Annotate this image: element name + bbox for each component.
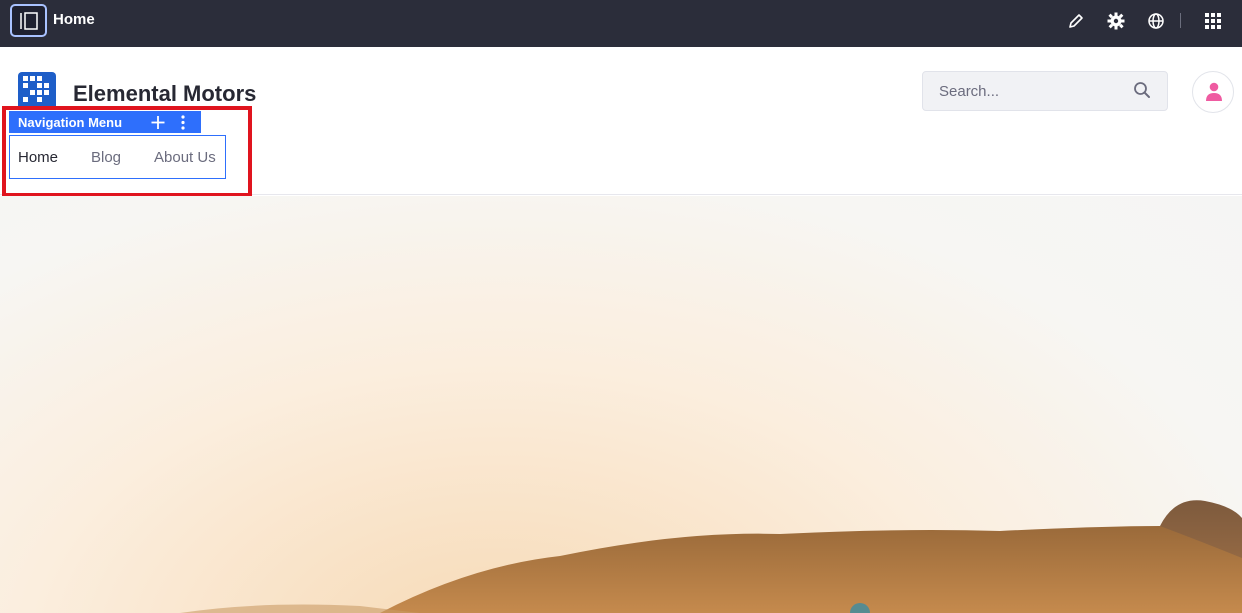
fragment-topper[interactable]: Navigation Menu bbox=[9, 111, 201, 133]
sidebar-toggle-icon bbox=[20, 12, 38, 30]
user-avatar-button[interactable] bbox=[1192, 71, 1234, 113]
globe-icon bbox=[1148, 13, 1164, 29]
sidebar-toggle-button[interactable] bbox=[10, 4, 47, 37]
add-fragment-button[interactable] bbox=[149, 112, 167, 132]
page-title: Home bbox=[53, 11, 95, 28]
site-logo[interactable] bbox=[18, 72, 56, 110]
plus-icon bbox=[151, 116, 165, 129]
gear-icon bbox=[1107, 12, 1125, 30]
nav-item-home[interactable]: Home bbox=[18, 149, 58, 166]
nav-item-about-us[interactable]: About Us bbox=[154, 149, 216, 166]
search-button[interactable] bbox=[1133, 81, 1153, 101]
search-input[interactable] bbox=[923, 72, 1123, 110]
apps-grid-icon bbox=[1205, 13, 1221, 29]
site-name[interactable]: Elemental Motors bbox=[73, 81, 256, 107]
applications-menu-button[interactable] bbox=[1203, 11, 1223, 31]
navigation-menu: Home Blog About Us bbox=[9, 135, 226, 179]
logo-icon bbox=[23, 76, 49, 102]
fragment-options-button[interactable] bbox=[177, 112, 189, 132]
search-bar bbox=[922, 71, 1168, 111]
simulation-button[interactable] bbox=[1146, 11, 1166, 31]
desert-hills-illustration bbox=[180, 500, 1242, 613]
configuration-button[interactable] bbox=[1106, 11, 1126, 31]
nav-item-blog[interactable]: Blog bbox=[91, 149, 121, 166]
toolbar-divider bbox=[1180, 13, 1181, 28]
site-header: Elemental Motors Navigation Menu bbox=[0, 47, 1242, 197]
edit-button[interactable] bbox=[1066, 11, 1086, 31]
search-icon bbox=[1134, 82, 1150, 98]
fragment-label: Navigation Menu bbox=[18, 115, 123, 130]
pencil-icon bbox=[1069, 14, 1083, 28]
kebab-menu-icon bbox=[181, 115, 185, 130]
control-bar: Home bbox=[0, 0, 1242, 47]
user-icon bbox=[1206, 82, 1222, 101]
hero-image bbox=[0, 196, 1242, 613]
